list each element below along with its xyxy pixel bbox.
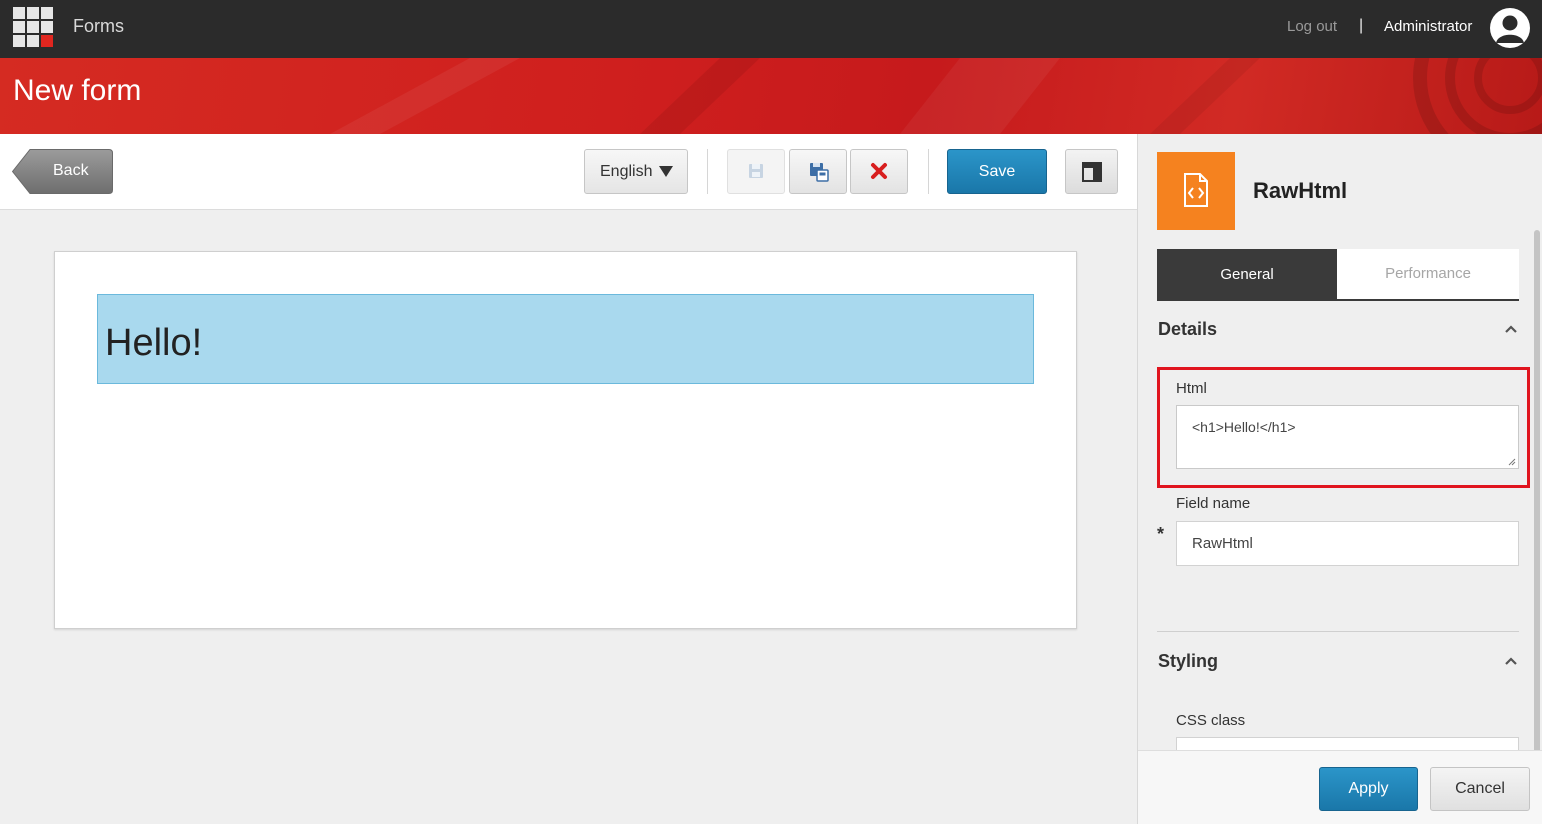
back-button[interactable]: Back (12, 149, 113, 194)
apply-button[interactable]: Apply (1319, 767, 1418, 811)
html-textarea[interactable]: <h1>Hello!</h1> (1176, 405, 1519, 469)
page-header: New form (0, 58, 1542, 134)
toggle-panel-button[interactable] (1065, 149, 1118, 194)
code-file-icon (1184, 173, 1208, 207)
save-as-button[interactable] (789, 149, 847, 194)
tab-general[interactable]: General (1157, 249, 1337, 301)
save-icon (749, 164, 763, 178)
toolbar-divider (928, 149, 929, 194)
app-grid-icon[interactable] (13, 7, 53, 47)
raw-html-element[interactable]: Hello! (97, 294, 1034, 384)
language-value: English (600, 163, 653, 180)
field-name-value: RawHtml (1192, 535, 1253, 552)
field-name-label: Field name (1176, 495, 1251, 512)
layout-panel-icon (1082, 162, 1102, 182)
raw-html-heading: Hello! (105, 322, 203, 364)
save-icon-button[interactable] (727, 149, 785, 194)
html-value: <h1>Hello!</h1> (1192, 419, 1296, 435)
chevron-up-icon[interactable] (1505, 657, 1517, 665)
chevron-up-icon[interactable] (1505, 325, 1517, 333)
panel-scrollbar[interactable] (1534, 230, 1540, 765)
user-name[interactable]: Administrator (1384, 18, 1472, 35)
styling-section-title[interactable]: Styling (1158, 651, 1218, 672)
separator: | (1359, 17, 1364, 34)
element-title: RawHtml (1253, 178, 1348, 203)
form-canvas: Hello! (54, 251, 1077, 629)
page-title: New form (13, 74, 142, 107)
delete-button[interactable] (850, 149, 908, 194)
panel-footer: Apply Cancel (1138, 750, 1542, 824)
html-label: Html (1176, 380, 1207, 397)
cancel-button[interactable]: Cancel (1430, 767, 1530, 811)
logout-link[interactable]: Log out (1287, 18, 1337, 35)
details-section-title[interactable]: Details (1158, 319, 1217, 340)
save-button[interactable]: Save (947, 149, 1047, 194)
resize-handle-icon[interactable] (1508, 458, 1516, 466)
toolbar: Back English Save (0, 134, 1137, 210)
field-name-input[interactable]: RawHtml (1176, 521, 1519, 566)
save-as-icon (810, 163, 829, 182)
toolbar-divider (707, 149, 708, 194)
css-class-label: CSS class (1176, 712, 1246, 729)
required-marker: * (1157, 524, 1165, 544)
app-name: Forms (73, 16, 124, 36)
back-label: Back (53, 162, 89, 179)
tab-performance[interactable]: Performance (1337, 249, 1519, 301)
header-decoration (330, 58, 1542, 134)
panel-tabs: General Performance (1157, 249, 1519, 301)
delete-icon (871, 163, 887, 179)
user-avatar-icon[interactable] (1490, 8, 1530, 48)
properties-panel: RawHtml General Performance Details Html… (1137, 134, 1542, 824)
section-divider (1157, 631, 1519, 632)
element-type-badge (1157, 152, 1235, 230)
language-select[interactable]: English (584, 149, 688, 194)
top-bar: Forms Log out | Administrator (0, 0, 1542, 58)
chevron-down-icon (659, 166, 673, 177)
